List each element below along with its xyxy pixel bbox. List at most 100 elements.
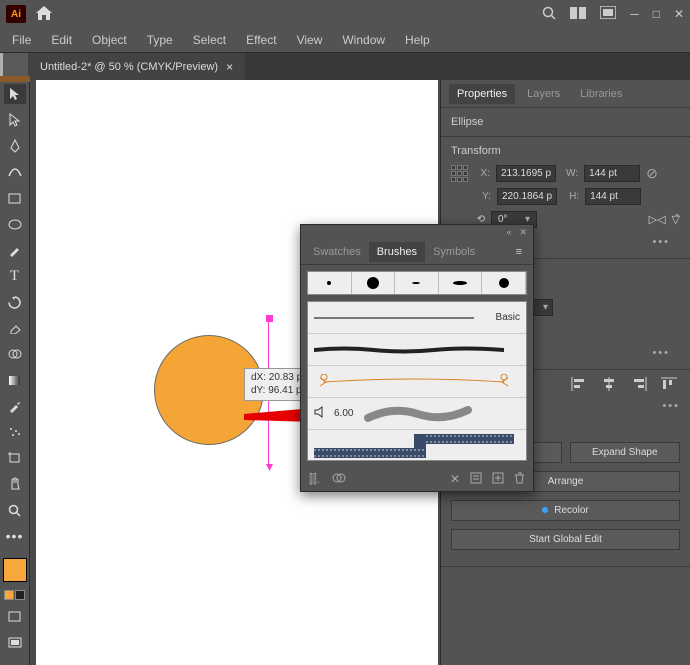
home-icon[interactable] [36,6,52,23]
brush-thumb-2[interactable] [352,272,396,294]
selection-tool[interactable] [4,84,26,104]
tab-libraries[interactable]: Libraries [572,84,630,104]
fill-swatch[interactable] [3,558,27,582]
brush-thumb-4[interactable] [439,272,483,294]
brushes-footer: ⫿⫿. ✕ [301,467,533,491]
brush-thumb-3[interactable] [395,272,439,294]
expand-shape-button[interactable]: Expand Shape [570,442,681,463]
artboard-tool[interactable] [4,448,26,468]
brush-options-icon[interactable] [470,472,482,487]
flip-horizontal-icon[interactable]: ▷◁ [649,213,666,226]
pen-tool[interactable] [4,136,26,156]
zoom-tool[interactable] [4,500,26,520]
close-tab-icon[interactable]: × [226,60,233,74]
menu-view[interactable]: View [289,31,331,49]
eraser-tool[interactable] [4,318,26,338]
direct-selection-tool[interactable] [4,110,26,130]
align-center-h-icon[interactable] [600,376,618,392]
stroke-profile-dropdown[interactable] [533,299,553,316]
brushes-panel[interactable]: « ✕ Swatches Brushes Symbols ≡ Basic 6.0… [300,224,534,492]
y-field[interactable]: 220.1864 p [497,188,557,205]
search-icon[interactable] [542,6,556,23]
brush-thumb-5[interactable] [482,272,526,294]
speaker-icon [314,406,328,421]
flip-vertical-icon[interactable]: ▽̂ [672,213,680,226]
eyedropper-tool[interactable] [4,396,26,416]
brush-charcoal[interactable] [308,334,526,366]
dx-label: dX: 20.83 pt [251,372,305,385]
new-brush-icon[interactable] [492,472,504,487]
h-field[interactable]: 144 pt [585,188,641,205]
minimize-button[interactable]: ─ [630,7,639,21]
tab-symbols[interactable]: Symbols [425,242,483,262]
edit-toolbar[interactable]: ••• [4,526,26,546]
type-tool[interactable]: T [4,266,26,286]
menu-edit[interactable]: Edit [43,31,80,49]
menu-bar: File Edit Object Type Select Effect View… [0,28,690,52]
tab-brushes[interactable]: Brushes [369,242,425,262]
w-field[interactable]: 144 pt [584,165,640,182]
recolor-button[interactable]: Recolor [451,500,680,521]
ellipse-tool[interactable] [4,214,26,234]
menu-type[interactable]: Type [139,31,181,49]
align-right-icon[interactable] [630,376,648,392]
tab-swatches[interactable]: Swatches [305,242,369,262]
workspace-icon[interactable] [570,7,586,22]
brush-pattern[interactable] [308,430,526,461]
dy-label: dY: 96.41 pt [251,385,305,398]
x-label: X: [474,168,490,179]
align-top-icon[interactable] [660,376,678,392]
screen-mode-toggle[interactable] [4,632,26,652]
draw-mode-normal[interactable] [4,606,26,626]
curvature-tool[interactable] [4,162,26,182]
link-wh-icon[interactable]: ⊘ [646,165,658,182]
shape-builder-tool[interactable] [4,344,26,364]
calligraphic-value: 6.00 [334,408,353,419]
menu-effect[interactable]: Effect [238,31,284,49]
h-label: H: [563,191,579,202]
tools-panel: T ••• [0,80,30,665]
reference-point-icon[interactable] [451,165,468,182]
delete-brush-icon[interactable] [514,472,525,487]
rectangle-tool[interactable] [4,188,26,208]
align-left-icon[interactable] [570,376,588,392]
hand-tool[interactable] [4,474,26,494]
brush-basic[interactable]: Basic [308,302,526,334]
tab-layers[interactable]: Layers [519,84,568,104]
brush-thumb-1[interactable] [308,272,352,294]
menu-file[interactable]: File [4,31,39,49]
menu-window[interactable]: Window [334,31,393,49]
color-mode-swatches[interactable] [4,590,25,600]
brush-list[interactable]: Basic 6.00 [307,301,527,461]
maximize-button[interactable]: □ [653,7,660,21]
close-window-button[interactable]: ✕ [674,7,684,21]
screen-mode-icon[interactable] [600,6,616,22]
tab-properties[interactable]: Properties [449,84,515,104]
selection-label: Ellipse [451,116,483,128]
toolbar-grip[interactable] [0,76,30,82]
panel-close-icon[interactable]: ✕ [519,227,527,238]
panel-collapse-icon[interactable]: « [506,227,511,237]
brush-basic-label: Basic [496,312,520,323]
menu-select[interactable]: Select [185,31,234,49]
libraries-menu-icon[interactable] [332,472,346,487]
document-tab-title: Untitled-2* @ 50 % (CMYK/Preview) [40,61,218,73]
brush-libraries-icon[interactable]: ⫿⫿. [309,472,320,487]
brush-calligraphic[interactable]: 6.00 [308,398,526,430]
menu-object[interactable]: Object [84,31,135,49]
remove-stroke-icon[interactable]: ✕ [450,472,460,487]
menu-help[interactable]: Help [397,31,438,49]
paintbrush-tool[interactable] [4,240,26,260]
app-logo: Ai [6,5,26,23]
y-label: Y: [475,191,491,202]
panel-menu-icon[interactable]: ≡ [509,246,529,258]
start-global-edit-button[interactable]: Start Global Edit [451,529,680,550]
w-label: W: [562,168,578,179]
brush-thumbnail-row[interactable] [307,271,527,295]
brush-arrow[interactable] [308,366,526,398]
rotate-tool[interactable] [4,292,26,312]
x-field[interactable]: 213.1695 p [496,165,556,182]
document-tab[interactable]: Untitled-2* @ 50 % (CMYK/Preview) × [28,53,245,80]
symbol-sprayer-tool[interactable] [4,422,26,442]
gradient-tool[interactable] [4,370,26,390]
